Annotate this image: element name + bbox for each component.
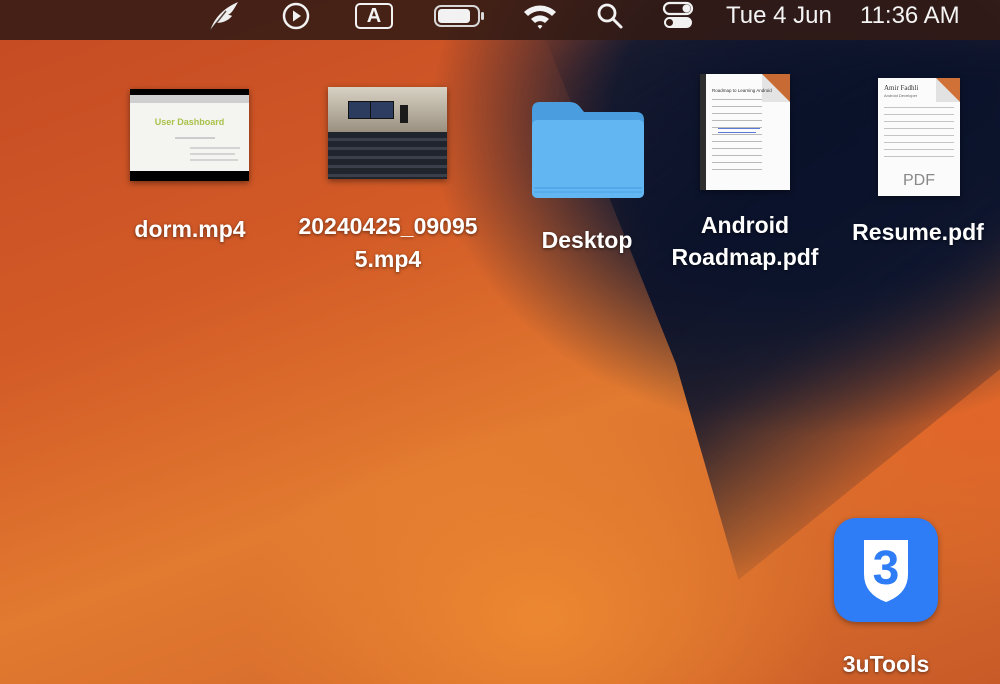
app-icon: 3: [834, 518, 938, 622]
app-glyph: 3: [872, 542, 900, 595]
desktop-item-3utools-app[interactable]: 3 3uTools: [814, 512, 958, 682]
desktop-item-desktop-folder[interactable]: Desktop: [520, 90, 654, 270]
desktop-item-resume-pdf[interactable]: Amir Fadhli Android Developer PDF Resume…: [840, 72, 996, 252]
pdf-doc-title: Roadmap to Learning Android: [712, 88, 772, 93]
control-center-icon[interactable]: [658, 0, 698, 32]
pdf-thumbnail: Roadmap to Learning Android: [700, 74, 790, 190]
video-thumbnail: User Dashboard: [130, 89, 249, 181]
quill-icon[interactable]: [200, 0, 248, 32]
input-source-icon[interactable]: A: [352, 0, 396, 32]
desktop-item-label-line1: 20240425_09095: [298, 213, 478, 239]
pdf-thumbnail: Amir Fadhli Android Developer PDF: [878, 78, 960, 196]
folder-icon: [532, 102, 644, 198]
desktop-item-seminar-video[interactable]: 20240425_09095 5.mp4: [270, 80, 506, 280]
desktop-item-label-line1: Android: [700, 212, 790, 238]
pdf-badge: PDF: [903, 172, 935, 189]
desktop-item-label-line2: Roadmap.pdf: [671, 244, 819, 270]
desktop-item-label: 3uTools: [842, 651, 930, 677]
menubar-date[interactable]: Tue 4 Jun: [726, 0, 832, 32]
desktop-background: A Tue 4 Jun 11:36 AM User Dashboard dorm…: [0, 0, 1000, 684]
battery-icon[interactable]: [432, 0, 488, 32]
wifi-icon[interactable]: [518, 0, 562, 32]
spotlight-search-icon[interactable]: [592, 0, 628, 32]
pdf-doc-subtitle: Android Developer: [884, 93, 918, 98]
desktop-item-android-roadmap-pdf[interactable]: Roadmap to Learning Android Android Road…: [660, 70, 830, 280]
desktop-item-label-line2: 5.mp4: [354, 246, 422, 272]
menu-bar: A Tue 4 Jun 11:36 AM: [0, 0, 1000, 40]
play-circle-icon[interactable]: [278, 0, 314, 32]
thumbnail-heading: User Dashboard: [154, 117, 225, 127]
desktop-item-dorm-video[interactable]: User Dashboard dorm.mp4: [120, 80, 260, 250]
pdf-doc-name: Amir Fadhli: [884, 84, 919, 92]
desktop-item-label: dorm.mp4: [134, 216, 246, 242]
video-thumbnail: [328, 87, 447, 179]
desktop-item-label: Desktop: [541, 227, 633, 253]
input-source-letter: A: [355, 3, 393, 29]
menubar-time[interactable]: 11:36 AM: [860, 0, 960, 32]
desktop-item-label: Resume.pdf: [852, 219, 984, 245]
